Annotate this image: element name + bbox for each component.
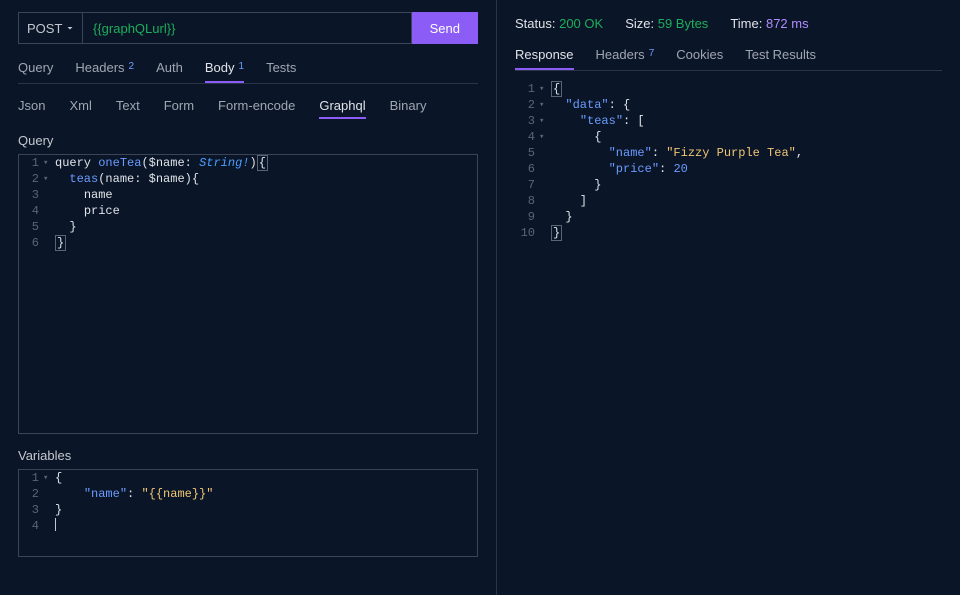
tab-headers[interactable]: Headers2 — [75, 54, 134, 83]
code-line: 2 "name": "{{name}}" — [19, 486, 477, 502]
subtab-form[interactable]: Form — [164, 94, 194, 119]
response-time: Time: 872 ms — [730, 16, 808, 31]
response-tabs: Response Headers7 Cookies Test Results — [515, 41, 942, 71]
code-line: 4 price — [19, 203, 477, 219]
request-pane: POST Send Query Headers2 Auth Body1 Tests Js… — [0, 0, 497, 595]
tab-headers[interactable]: Headers7 — [596, 41, 655, 70]
code-line: 4▾ { — [515, 129, 942, 145]
response-status-row: Status: 200 OK Size: 59 Bytes Time: 872 … — [515, 12, 942, 31]
code-line: 10} — [515, 225, 942, 241]
send-button[interactable]: Send — [412, 12, 478, 44]
code-line: 6} — [19, 235, 477, 251]
tab-body[interactable]: Body1 — [205, 54, 244, 83]
code-line: 2▾ "data": { — [515, 97, 942, 113]
tab-tests[interactable]: Tests — [266, 54, 296, 83]
subtab-xml[interactable]: Xml — [69, 94, 91, 119]
subtab-binary[interactable]: Binary — [390, 94, 427, 119]
tab-test-results[interactable]: Test Results — [745, 41, 816, 70]
code-line: 5 } — [19, 219, 477, 235]
code-line: 3 name — [19, 187, 477, 203]
subtab-json[interactable]: Json — [18, 94, 45, 119]
subtab-graphql[interactable]: Graphql — [319, 94, 365, 119]
tab-cookies[interactable]: Cookies — [676, 41, 723, 70]
code-line: 2▾ teas(name: $name){ — [19, 171, 477, 187]
subtab-form-encode[interactable]: Form-encode — [218, 94, 295, 119]
url-input[interactable] — [82, 12, 412, 44]
status-code: Status: 200 OK — [515, 16, 603, 31]
code-line: 8 ] — [515, 193, 942, 209]
code-line: 7 } — [515, 177, 942, 193]
tab-query[interactable]: Query — [18, 54, 53, 83]
code-line: 6 "price": 20 — [515, 161, 942, 177]
response-size: Size: 59 Bytes — [625, 16, 708, 31]
code-line: 3} — [19, 502, 477, 518]
tab-auth[interactable]: Auth — [156, 54, 183, 83]
request-bar: POST Send — [18, 12, 478, 44]
variables-editor[interactable]: 1▾{2 "name": "{{name}}"3}4 — [18, 469, 478, 557]
query-editor[interactable]: 1▾query oneTea($name: String!){2▾ teas(n… — [18, 154, 478, 434]
response-pane: Status: 200 OK Size: 59 Bytes Time: 872 … — [497, 0, 960, 595]
code-line: 4 — [19, 518, 477, 536]
request-tabs: Query Headers2 Auth Body1 Tests — [18, 54, 478, 84]
http-method-select[interactable]: POST — [18, 12, 82, 44]
code-line: 1▾{ — [19, 470, 477, 486]
subtab-text[interactable]: Text — [116, 94, 140, 119]
code-line: 1▾query oneTea($name: String!){ — [19, 155, 477, 171]
code-line: 1▾{ — [515, 81, 942, 97]
query-label: Query — [18, 133, 478, 148]
code-line: 3▾ "teas": [ — [515, 113, 942, 129]
code-line: 9 } — [515, 209, 942, 225]
response-editor[interactable]: 1▾{2▾ "data": {3▾ "teas": [4▾ {5 "name":… — [515, 81, 942, 583]
tab-response[interactable]: Response — [515, 41, 574, 70]
code-line: 5 "name": "Fizzy Purple Tea", — [515, 145, 942, 161]
variables-label: Variables — [18, 448, 478, 463]
body-subtabs: Json Xml Text Form Form-encode Graphql Binary — [18, 94, 478, 119]
